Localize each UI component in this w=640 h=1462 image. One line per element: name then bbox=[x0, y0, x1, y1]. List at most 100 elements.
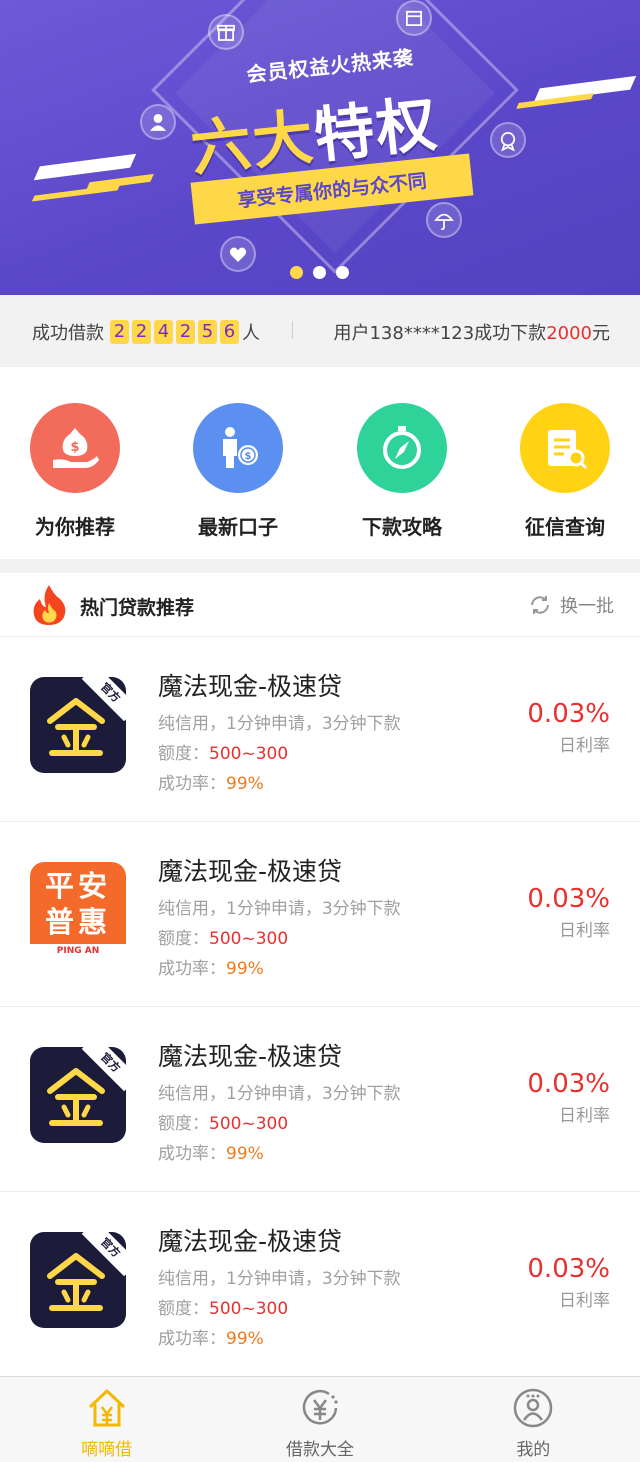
vip-user-icon bbox=[140, 104, 176, 140]
quick-nav-recommend[interactable]: $ 为你推荐 bbox=[10, 403, 140, 540]
quota-value: 500~300 bbox=[209, 1299, 289, 1319]
flame-icon bbox=[33, 585, 66, 625]
rate-label: 日利率 bbox=[559, 736, 610, 756]
success-count-suffix: 人 bbox=[242, 323, 260, 344]
quick-nav-credit[interactable]: 征信查询 bbox=[500, 403, 630, 540]
quick-nav-guide[interactable]: 下款攻略 bbox=[337, 403, 467, 540]
loan-item[interactable]: 官方 魔法现金-极速贷 纯信用，1分钟申请，3分钟下款 额度：500~300 成… bbox=[0, 1007, 640, 1192]
notice-text: 用户138****123成功下款 bbox=[333, 323, 547, 344]
loan-item[interactable]: 官方 魔法现金-极速贷 纯信用，1分钟申请，3分钟下款 额度：500~300 成… bbox=[0, 1192, 640, 1377]
success-label: 成功率： bbox=[158, 1329, 226, 1349]
pingan-logo-text: 平安 普惠 bbox=[30, 862, 126, 944]
promo-banner[interactable]: 会员权益火热来袭 六大特权 享受专属你的与众不同 bbox=[0, 0, 640, 295]
carousel-dot[interactable] bbox=[313, 266, 326, 279]
pingan-sub: PING AN bbox=[56, 946, 100, 956]
tab-label: 借款大全 bbox=[285, 1440, 354, 1460]
loan-name: 魔法现金-极速贷 bbox=[158, 672, 343, 701]
bottom-tab-bar: 嘀嘀借 借款大全 我的 bbox=[0, 1376, 640, 1462]
user-icon bbox=[514, 1388, 553, 1428]
refresh-icon bbox=[531, 596, 549, 614]
loan-item[interactable]: 平安 普惠 PING AN 魔法现金-极速贷 纯信用，1分钟申请，3分钟下款 额… bbox=[0, 822, 640, 1007]
count-digit: 2 bbox=[176, 320, 195, 344]
home-yen-icon bbox=[88, 1389, 125, 1427]
quota-label: 额度： bbox=[158, 1299, 209, 1319]
tab-label: 嘀嘀借 bbox=[81, 1440, 133, 1460]
carousel-dot[interactable] bbox=[336, 266, 349, 279]
loan-desc: 纯信用，1分钟申请，3分钟下款 bbox=[158, 899, 401, 919]
jin-app-logo: 官方 bbox=[30, 1232, 126, 1328]
notice-unit: 元 bbox=[592, 323, 610, 344]
loan-quota: 额度：500~300 bbox=[158, 1109, 401, 1139]
loan-quota: 额度：500~300 bbox=[158, 739, 401, 769]
jin-app-logo: 官方 bbox=[30, 1047, 126, 1143]
loan-item[interactable]: 官方 魔法现金-极速贷 纯信用，1分钟申请，3分钟下款 额度：500~300 成… bbox=[0, 637, 640, 822]
rate-label: 日利率 bbox=[559, 1106, 610, 1126]
refresh-batch-button[interactable]: 换一批 bbox=[528, 592, 614, 618]
quick-nav-label: 最新口子 bbox=[198, 515, 278, 539]
rate-value: 0.03% bbox=[527, 699, 610, 729]
loan-desc: 纯信用，1分钟申请，3分钟下款 bbox=[158, 1269, 401, 1289]
jin-app-logo: 官方 bbox=[30, 677, 126, 773]
quick-nav-label: 征信查询 bbox=[525, 515, 605, 539]
loan-name: 魔法现金-极速贷 bbox=[158, 1042, 343, 1071]
success-label: 成功率： bbox=[158, 774, 226, 794]
section-title: 热门贷款推荐 bbox=[80, 597, 195, 619]
loan-quota: 额度：500~300 bbox=[158, 924, 401, 954]
tab-label: 我的 bbox=[516, 1440, 551, 1460]
count-digit: 5 bbox=[198, 320, 217, 344]
quick-nav-latest[interactable]: $ 最新口子 bbox=[173, 403, 303, 540]
quota-label: 额度： bbox=[158, 1114, 209, 1134]
loan-success: 成功率：99% bbox=[158, 1139, 401, 1169]
success-label: 成功率： bbox=[158, 959, 226, 979]
count-digit: 2 bbox=[132, 320, 151, 344]
refresh-label: 换一批 bbox=[560, 596, 614, 617]
loan-success: 成功率：99% bbox=[158, 954, 401, 984]
divider bbox=[292, 321, 293, 339]
loan-quota: 额度：500~300 bbox=[158, 1294, 401, 1324]
quota-label: 额度： bbox=[158, 744, 209, 764]
loan-info: 魔法现金-极速贷 纯信用，1分钟申请，3分钟下款 额度：500~300 成功率：… bbox=[158, 1037, 401, 1169]
svg-text:$: $ bbox=[245, 451, 252, 462]
quick-nav-label: 为你推荐 bbox=[35, 515, 115, 539]
quick-nav-label: 下款攻略 bbox=[362, 515, 442, 539]
rate-label: 日利率 bbox=[559, 1291, 610, 1311]
tab-loan-directory[interactable]: 借款大全 bbox=[213, 1377, 426, 1462]
count-digit: 2 bbox=[110, 320, 129, 344]
loan-desc: 纯信用，1分钟申请，3分钟下款 bbox=[158, 1084, 401, 1104]
money-bag-hand-icon: $ bbox=[30, 403, 120, 493]
svg-text:$: $ bbox=[70, 440, 79, 455]
loan-rate: 0.03% 日利率 bbox=[527, 1069, 610, 1126]
loan-name: 魔法现金-极速贷 bbox=[158, 857, 343, 886]
gift-icon bbox=[208, 14, 244, 50]
section-gap bbox=[0, 559, 640, 573]
loan-name: 魔法现金-极速贷 bbox=[158, 1227, 343, 1256]
rate-value: 0.03% bbox=[527, 884, 610, 914]
heart-icon bbox=[220, 236, 256, 272]
pingan-logo: 平安 普惠 PING AN bbox=[30, 862, 126, 958]
loan-info: 魔法现金-极速贷 纯信用，1分钟申请，3分钟下款 额度：500~300 成功率：… bbox=[158, 667, 401, 799]
quota-value: 500~300 bbox=[209, 929, 289, 949]
success-count-prefix: 成功借款 bbox=[32, 323, 104, 344]
loan-notice: 用户138****123成功下款2000元 bbox=[333, 319, 610, 345]
hot-loans-header: 热门贷款推荐 换一批 bbox=[0, 573, 640, 637]
pingan-line1: 平安 bbox=[44, 869, 111, 903]
loan-info: 魔法现金-极速贷 纯信用，1分钟申请，3分钟下款 额度：500~300 成功率：… bbox=[158, 1222, 401, 1354]
success-value: 99% bbox=[226, 959, 264, 979]
jin-char bbox=[47, 698, 105, 756]
businessman-coin-icon: $ bbox=[193, 403, 283, 493]
badge-icon bbox=[490, 122, 526, 158]
banner-stripe bbox=[33, 153, 137, 181]
success-value: 99% bbox=[226, 1144, 264, 1164]
tab-mine[interactable]: 我的 bbox=[427, 1377, 640, 1462]
loan-success: 成功率：99% bbox=[158, 1324, 401, 1354]
carousel-dot[interactable] bbox=[290, 266, 303, 279]
loan-rate: 0.03% 日利率 bbox=[527, 699, 610, 756]
jin-char bbox=[47, 1253, 105, 1311]
loan-list: 官方 魔法现金-极速贷 纯信用，1分钟申请，3分钟下款 额度：500~300 成… bbox=[0, 637, 640, 1377]
banner-stripe bbox=[31, 184, 121, 202]
loan-success: 成功率：99% bbox=[158, 769, 401, 799]
tab-home[interactable]: 嘀嘀借 bbox=[0, 1377, 213, 1462]
compass-icon bbox=[357, 403, 447, 493]
carousel-dots bbox=[290, 266, 349, 279]
report-search-icon bbox=[520, 403, 610, 493]
